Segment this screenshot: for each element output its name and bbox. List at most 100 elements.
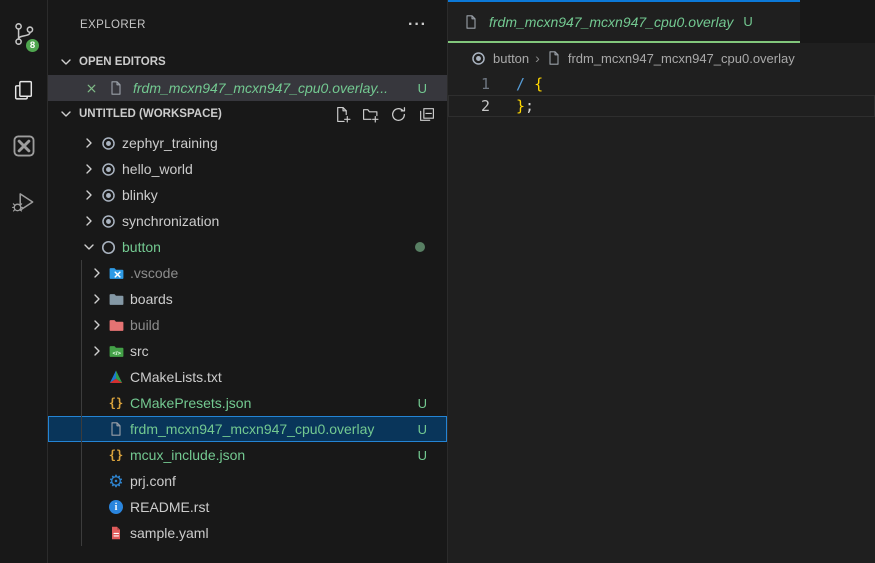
collapse-all-button[interactable] — [418, 106, 435, 123]
chevron-right-icon — [89, 291, 105, 307]
tree-item-src[interactable]: </>src — [48, 338, 447, 364]
new-folder-button[interactable] — [362, 106, 379, 123]
workspace-root-closed-icon — [100, 135, 117, 152]
chevron-right-icon — [89, 343, 105, 359]
tree-item-label: .vscode — [130, 265, 178, 281]
tab-bar: frdm_mcxn947_mcxn947_cpu0.overlay U — [448, 0, 875, 43]
breadcrumb-label: button — [493, 51, 529, 66]
tab-label: frdm_mcxn947_mcxn947_cpu0.overlay — [489, 14, 733, 30]
tree-item-build[interactable]: build — [48, 312, 447, 338]
tab-git-status-badge: U — [743, 14, 752, 29]
activity-item-run-and-debug[interactable] — [0, 174, 47, 230]
tree-item-readme-rst[interactable]: i README.rst — [48, 494, 447, 520]
tree-item-button[interactable]: button — [48, 234, 447, 260]
tree-item--vscode[interactable]: .vscode — [48, 260, 447, 286]
line-content: / { — [516, 73, 543, 95]
breadcrumb: button › frdm_mcxn947_mcxn947_cpu0.overlay — [448, 43, 875, 73]
tree-item-label: boards — [130, 291, 173, 307]
mcuxpresso-icon — [11, 133, 37, 159]
tree-item-label: prj.conf — [130, 473, 176, 489]
cmake-icon — [108, 369, 124, 385]
git-status-badge: U — [418, 396, 427, 411]
tree-item-cmakepresets-json[interactable]: {} CMakePresets.json U — [48, 390, 447, 416]
collapse-all-icon — [418, 106, 435, 123]
tree-item-label: synchronization — [122, 213, 219, 229]
line-number: 1 — [448, 73, 490, 95]
git-status-badge: U — [418, 422, 427, 437]
workspace-root-closed-icon — [470, 50, 487, 67]
breadcrumb-separator: › — [535, 50, 540, 66]
tree-item-prj-conf[interactable]: ⚙prj.conf — [48, 468, 447, 494]
tree-item-boards[interactable]: boards — [48, 286, 447, 312]
new-folder-icon — [362, 106, 379, 123]
tree-item-hello-world[interactable]: hello_world — [48, 156, 447, 182]
json-icon: {} — [109, 396, 123, 410]
workspace-root-closed-icon — [100, 187, 117, 204]
code-editor[interactable]: 1/ {2}; — [448, 73, 875, 117]
file-icon — [108, 80, 124, 96]
tree-indent-guide — [81, 260, 82, 546]
breadcrumb-item[interactable]: frdm_mcxn947_mcxn947_cpu0.overlay — [546, 50, 795, 66]
tree-item-label: frdm_mcxn947_mcxn947_cpu0.overlay — [130, 421, 374, 437]
tree-item-label: zephyr_training — [122, 135, 218, 151]
source-control-badge: 8 — [25, 38, 40, 53]
refresh-button[interactable] — [390, 106, 407, 123]
tree-item-label: sample.yaml — [130, 525, 209, 541]
tree-item-label: hello_world — [122, 161, 193, 177]
open-editor-label: frdm_mcxn947_mcxn947_cpu0.overlay... — [133, 80, 388, 96]
new-file-icon — [334, 106, 351, 123]
workspace-actions — [334, 106, 437, 123]
svg-text:</>: </> — [112, 350, 121, 356]
activity-bar: 8 — [0, 0, 48, 563]
chevron-down-icon — [58, 106, 74, 122]
close-icon — [84, 81, 99, 96]
info-icon: i — [109, 500, 123, 514]
activity-item-source-control[interactable]: 8 — [0, 6, 47, 62]
tree-item-frdm-mcxn947-mcxn947-cpu0-overlay[interactable]: frdm_mcxn947_mcxn947_cpu0.overlay U — [48, 416, 447, 442]
breadcrumb-item[interactable]: button — [470, 50, 529, 67]
editor-group: frdm_mcxn947_mcxn947_cpu0.overlay U butt… — [448, 0, 875, 563]
folder-build-icon — [108, 317, 125, 334]
line-number: 2 — [448, 95, 490, 117]
git-modified-dot — [415, 242, 425, 252]
activity-item-explorer[interactable] — [0, 62, 47, 118]
section-workspace[interactable]: UNTITLED (WORKSPACE) — [48, 101, 447, 127]
file-icon — [546, 50, 562, 66]
tree-item-sample-yaml[interactable]: sample.yaml — [48, 520, 447, 546]
workspace-label: UNTITLED (WORKSPACE) — [79, 108, 222, 120]
tree-item-cmakelists-txt[interactable]: CMakeLists.txt — [48, 364, 447, 390]
new-file-button[interactable] — [334, 106, 351, 123]
tab-active-overlay-file[interactable]: frdm_mcxn947_mcxn947_cpu0.overlay U — [448, 0, 800, 43]
chevron-right-icon — [81, 161, 97, 177]
tree-item-label: mcux_include.json — [130, 447, 245, 463]
tree-item-blinky[interactable]: blinky — [48, 182, 447, 208]
refresh-icon — [390, 106, 407, 123]
open-editors-list: frdm_mcxn947_mcxn947_cpu0.overlay...U — [48, 75, 447, 101]
tree-item-label: CMakePresets.json — [130, 395, 251, 411]
sidebar-title: EXPLORER — [80, 19, 146, 31]
chevron-down-icon — [81, 239, 97, 255]
tree-item-zephyr-training[interactable]: zephyr_training — [48, 130, 447, 156]
tree-item-label: CMakeLists.txt — [130, 369, 222, 385]
tree-item-mcux-include-json[interactable]: {}mcux_include.jsonU — [48, 442, 447, 468]
folder-src-icon: </> — [108, 343, 125, 360]
file-icon — [460, 14, 482, 30]
chevron-right-icon — [81, 213, 97, 229]
chevron-down-icon — [58, 106, 74, 122]
activity-item-mcuxpresso[interactable] — [0, 118, 47, 174]
open-editor-item[interactable]: frdm_mcxn947_mcxn947_cpu0.overlay...U — [48, 75, 447, 101]
file-icon — [108, 421, 124, 437]
file-icon — [463, 14, 479, 30]
tree-item-label: build — [130, 317, 160, 333]
more-actions-icon[interactable]: ··· — [408, 20, 427, 30]
tree-item-label: blinky — [122, 187, 158, 203]
close-icon[interactable] — [84, 81, 99, 96]
run-and-debug-icon — [11, 189, 37, 215]
tree-item-label: README.rst — [130, 499, 209, 515]
section-open-editors[interactable]: OPEN EDITORS — [48, 49, 447, 75]
folder-vscode-icon — [108, 265, 125, 282]
json-icon: {} — [109, 448, 123, 462]
tree-item-synchronization[interactable]: synchronization — [48, 208, 447, 234]
chevron-down-icon — [58, 54, 74, 70]
workspace-root-closed-icon — [100, 213, 117, 230]
